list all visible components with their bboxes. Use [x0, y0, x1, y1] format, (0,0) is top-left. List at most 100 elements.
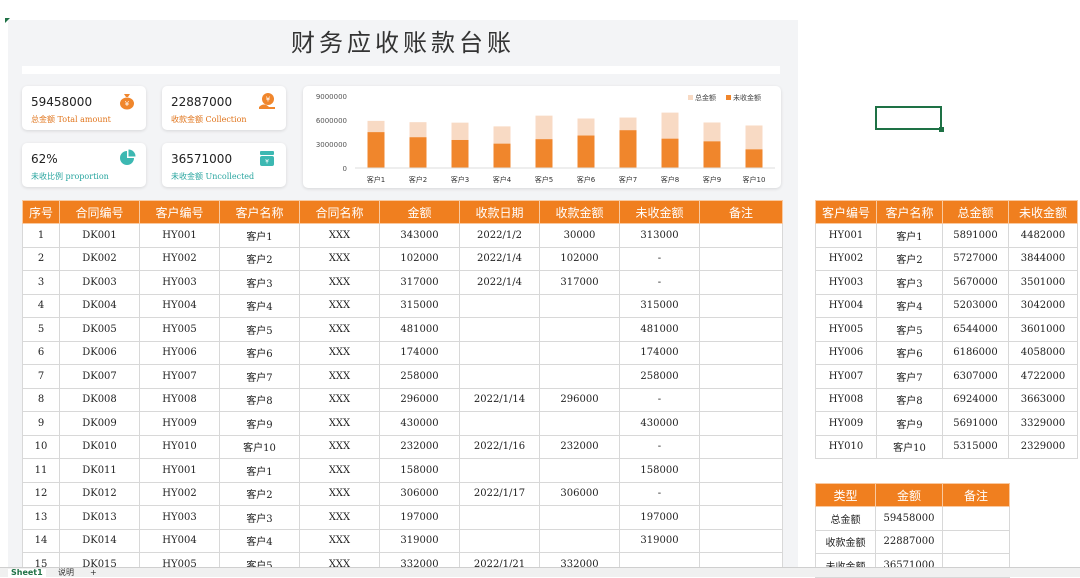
table-cell[interactable]: 296000 — [379, 387, 460, 412]
table-cell[interactable]: 59458000 — [875, 506, 943, 531]
column-header[interactable]: 未收金额 — [619, 200, 700, 224]
table-cell[interactable]: 22887000 — [875, 529, 943, 554]
table-cell[interactable]: 客户5 — [876, 317, 943, 342]
table-cell[interactable]: 客户8 — [876, 387, 943, 412]
table-cell[interactable] — [699, 505, 783, 530]
table-cell[interactable]: 4058000 — [1008, 340, 1078, 365]
table-cell[interactable]: HY009 — [815, 411, 877, 436]
table-cell[interactable]: 客户3 — [219, 505, 300, 530]
table-cell[interactable]: HY003 — [139, 505, 220, 530]
table-cell[interactable]: 158000 — [619, 458, 700, 483]
table-cell[interactable] — [539, 293, 620, 318]
table-cell[interactable]: HY001 — [815, 223, 877, 248]
table-cell[interactable]: HY003 — [139, 270, 220, 295]
column-header[interactable]: 合同名称 — [299, 200, 380, 224]
table-cell[interactable] — [699, 317, 783, 342]
table-cell[interactable] — [539, 364, 620, 389]
table-cell[interactable]: 9 — [22, 411, 60, 436]
table-cell[interactable]: HY004 — [139, 293, 220, 318]
table-cell[interactable]: 315000 — [379, 293, 460, 318]
table-cell[interactable]: XXX — [299, 528, 380, 553]
table-cell[interactable]: DK010 — [59, 434, 140, 459]
table-cell[interactable]: DK013 — [59, 505, 140, 530]
column-header[interactable]: 类型 — [815, 483, 876, 507]
table-cell[interactable] — [539, 528, 620, 553]
column-header[interactable]: 总金额 — [942, 200, 1009, 224]
table-cell[interactable] — [699, 458, 783, 483]
table-cell[interactable]: HY007 — [815, 364, 877, 389]
table-cell[interactable]: HY003 — [815, 270, 877, 295]
table-cell[interactable]: DK008 — [59, 387, 140, 412]
table-cell[interactable]: 12 — [22, 481, 60, 506]
table-cell[interactable]: 13 — [22, 505, 60, 530]
table-cell[interactable]: XXX — [299, 434, 380, 459]
table-cell[interactable]: HY008 — [815, 387, 877, 412]
column-header[interactable]: 金额 — [379, 200, 460, 224]
table-cell[interactable]: 306000 — [379, 481, 460, 506]
table-cell[interactable] — [699, 528, 783, 553]
table-cell[interactable]: XXX — [299, 317, 380, 342]
table-cell[interactable]: 4 — [22, 293, 60, 318]
table-cell[interactable]: 客户7 — [876, 364, 943, 389]
table-cell[interactable]: - — [619, 270, 700, 295]
table-cell[interactable]: XXX — [299, 458, 380, 483]
table-cell[interactable]: 客户4 — [219, 528, 300, 553]
table-cell[interactable] — [699, 364, 783, 389]
table-cell[interactable]: 总金额 — [815, 506, 876, 531]
table-cell[interactable]: 2022/1/17 — [459, 481, 540, 506]
table-cell[interactable]: 315000 — [619, 293, 700, 318]
table-cell[interactable]: 客户2 — [219, 246, 300, 271]
table-cell[interactable]: 430000 — [619, 411, 700, 436]
table-cell[interactable] — [459, 411, 540, 436]
table-cell[interactable]: DK004 — [59, 293, 140, 318]
table-cell[interactable]: 客户2 — [219, 481, 300, 506]
table-cell[interactable]: 6544000 — [942, 317, 1009, 342]
table-cell[interactable]: 1 — [22, 223, 60, 248]
table-cell[interactable]: 5670000 — [942, 270, 1009, 295]
table-cell[interactable]: XXX — [299, 340, 380, 365]
table-cell[interactable] — [699, 434, 783, 459]
table-cell[interactable]: 7 — [22, 364, 60, 389]
table-cell[interactable] — [699, 387, 783, 412]
table-cell[interactable]: HY010 — [815, 434, 877, 459]
table-cell[interactable]: 2022/1/14 — [459, 387, 540, 412]
table-cell[interactable]: XXX — [299, 246, 380, 271]
table-cell[interactable]: 2 — [22, 246, 60, 271]
table-cell[interactable]: 319000 — [619, 528, 700, 553]
table-cell[interactable] — [699, 481, 783, 506]
table-cell[interactable]: 客户3 — [876, 270, 943, 295]
table-cell[interactable]: HY001 — [139, 458, 220, 483]
table-cell[interactable] — [459, 340, 540, 365]
table-cell[interactable]: 3501000 — [1008, 270, 1078, 295]
table-cell[interactable] — [699, 411, 783, 436]
table-cell[interactable] — [942, 506, 1010, 531]
table-cell[interactable]: HY005 — [139, 317, 220, 342]
table-cell[interactable]: HY002 — [139, 246, 220, 271]
table-cell[interactable]: 6186000 — [942, 340, 1009, 365]
table-cell[interactable]: XXX — [299, 411, 380, 436]
table-cell[interactable] — [539, 340, 620, 365]
table-cell[interactable]: 5203000 — [942, 293, 1009, 318]
table-cell[interactable]: 3844000 — [1008, 246, 1078, 271]
table-cell[interactable]: 客户5 — [219, 317, 300, 342]
table-cell[interactable]: 2022/1/16 — [459, 434, 540, 459]
table-cell[interactable]: 6924000 — [942, 387, 1009, 412]
table-cell[interactable]: 客户2 — [876, 246, 943, 271]
column-header[interactable]: 备注 — [942, 483, 1010, 507]
table-cell[interactable]: DK007 — [59, 364, 140, 389]
table-cell[interactable]: 3663000 — [1008, 387, 1078, 412]
column-header[interactable]: 客户名称 — [219, 200, 300, 224]
table-cell[interactable]: 2329000 — [1008, 434, 1078, 459]
table-cell[interactable]: 5315000 — [942, 434, 1009, 459]
table-cell[interactable]: 5727000 — [942, 246, 1009, 271]
table-cell[interactable]: 客户6 — [876, 340, 943, 365]
table-cell[interactable]: HY010 — [139, 434, 220, 459]
table-cell[interactable]: XXX — [299, 364, 380, 389]
table-cell[interactable]: XXX — [299, 223, 380, 248]
table-cell[interactable] — [942, 529, 1010, 554]
table-cell[interactable]: 客户7 — [219, 364, 300, 389]
table-cell[interactable]: 481000 — [619, 317, 700, 342]
table-cell[interactable]: - — [619, 246, 700, 271]
table-cell[interactable]: 客户3 — [219, 270, 300, 295]
table-cell[interactable]: 481000 — [379, 317, 460, 342]
